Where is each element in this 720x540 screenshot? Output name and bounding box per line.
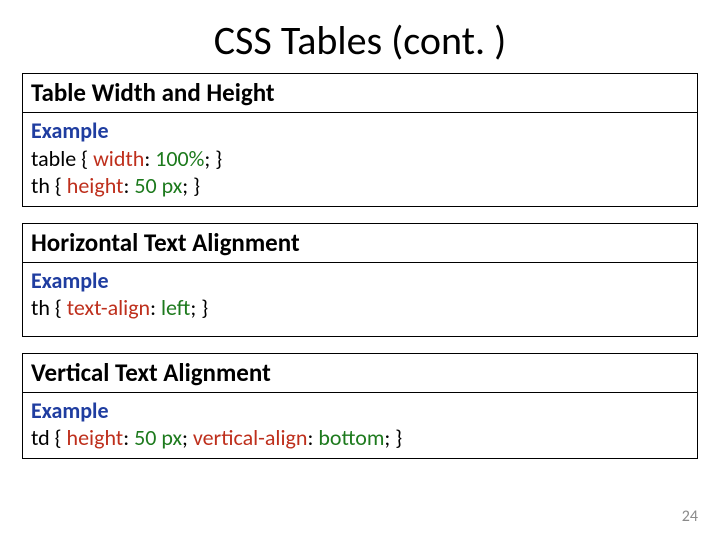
example-label: Example — [31, 267, 689, 295]
example-block: Example table { width: 100%; } th { heig… — [22, 113, 698, 207]
example-block: Example td { height: 50 px; vertical-ali… — [22, 393, 698, 459]
slide-title: CSS Tables (cont. ) — [22, 16, 698, 65]
code-line: td { height: 50 px; vertical-align: bott… — [31, 424, 689, 452]
code-line: th { text-align: left; } — [31, 294, 689, 322]
code-line: table { width: 100%; } — [31, 145, 689, 173]
section-heading: Horizontal Text Alignment — [22, 223, 698, 263]
section-heading: Vertical Text Alignment — [22, 353, 698, 393]
section-heading: Table Width and Height — [22, 73, 698, 113]
code-line: th { height: 50 px; } — [31, 172, 689, 200]
page-number: 24 — [682, 507, 698, 526]
example-label: Example — [31, 397, 689, 425]
slide: CSS Tables (cont. ) Table Width and Heig… — [0, 0, 720, 540]
example-block: Example th { text-align: left; } — [22, 263, 698, 337]
example-label: Example — [31, 117, 689, 145]
